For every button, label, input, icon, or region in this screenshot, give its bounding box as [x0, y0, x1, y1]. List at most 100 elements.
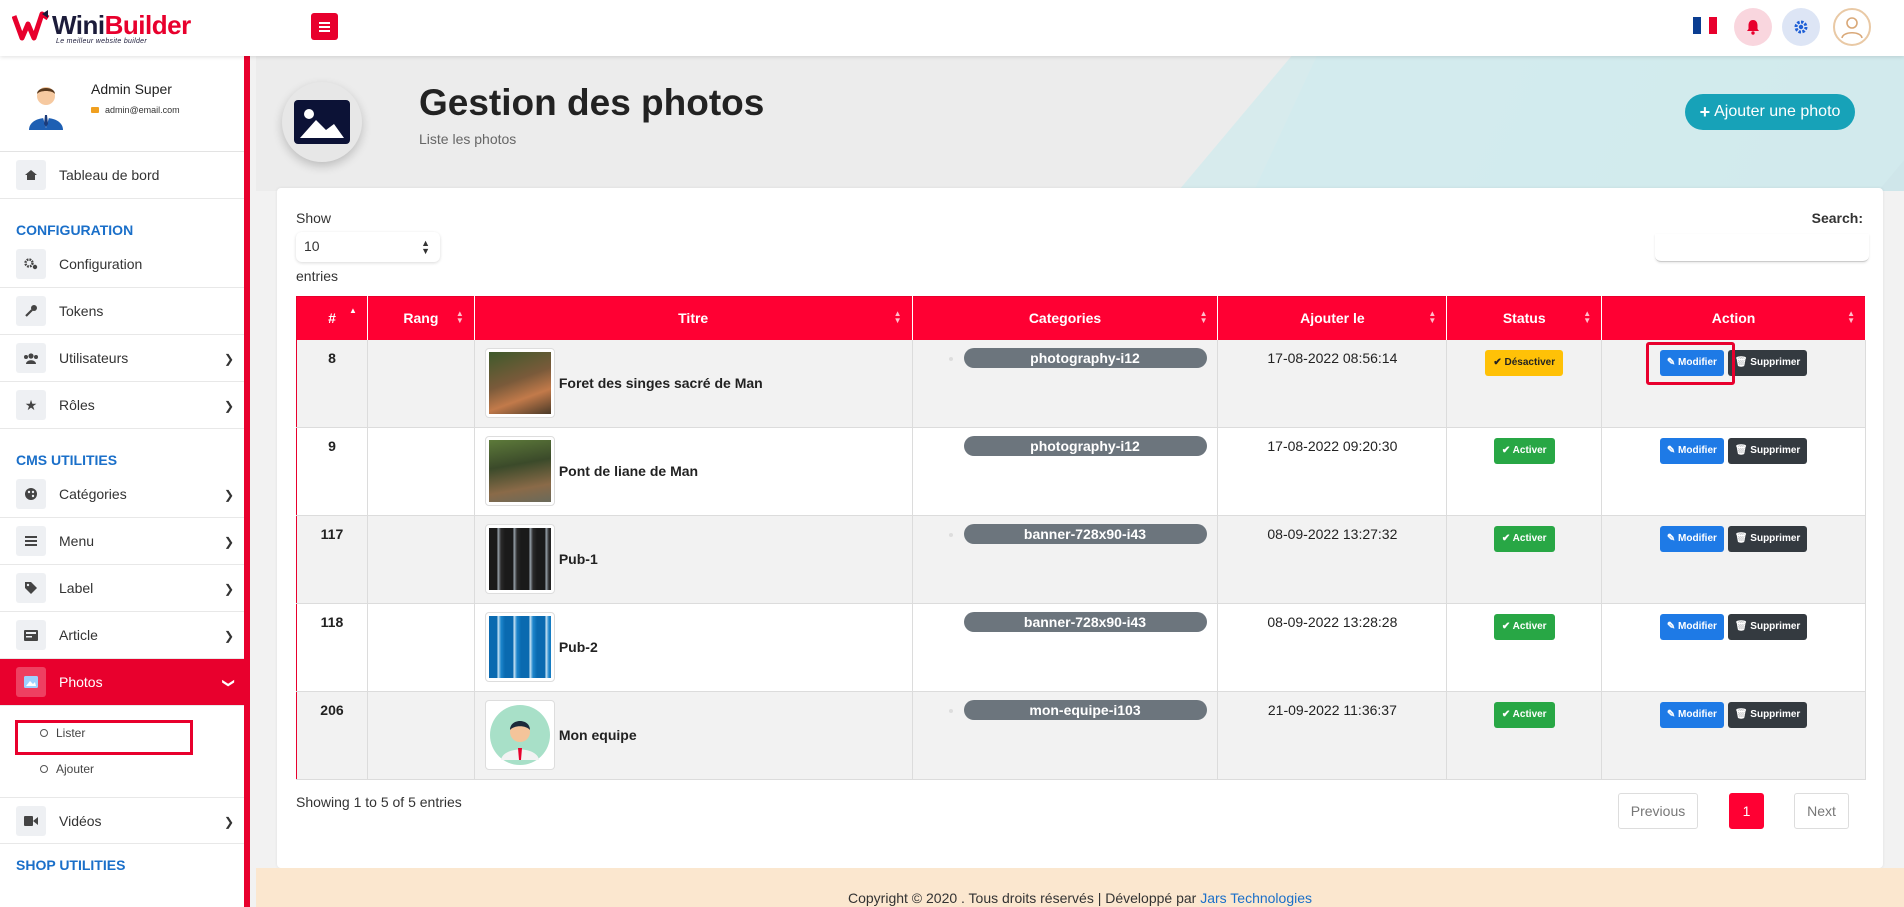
deactivate-button[interactable]: ✔ Désactiver — [1485, 349, 1564, 376]
photo-thumbnail[interactable] — [484, 436, 555, 506]
sidebar-item-menu[interactable]: Menu ❯ — [0, 518, 244, 565]
row-status: ✔ Activer — [1446, 427, 1603, 516]
column-header-date[interactable]: Ajouter le ▲ ▼ — [1217, 296, 1448, 340]
chevron-right-icon: ❯ — [223, 629, 234, 643]
search-input[interactable] — [1655, 234, 1869, 262]
user-menu-button[interactable] — [1833, 8, 1871, 46]
edit-button[interactable]: ✎ Modifier — [1659, 526, 1724, 552]
edit-button[interactable]: ✎ Modifier — [1659, 438, 1724, 464]
logo-mark-icon — [12, 10, 50, 41]
delete-button[interactable]: 🗑 Supprimer — [1727, 438, 1808, 464]
delete-button[interactable]: 🗑 Supprimer — [1727, 526, 1808, 552]
footer-link[interactable]: Jars Technologies — [1200, 890, 1312, 906]
sidebar-item-configuration[interactable]: Configuration — [0, 241, 244, 288]
user-avatar-icon — [1841, 17, 1863, 39]
column-header-id[interactable]: # ▲ — [296, 296, 368, 340]
gear-icon — [1794, 20, 1808, 34]
sort-icon: ▲ ▼ — [455, 309, 464, 325]
page-header: Gestion des photos Liste les photos + Ajo… — [256, 56, 1904, 191]
menu-toggle-button[interactable] — [311, 13, 338, 40]
activate-button[interactable]: ✔ Activer — [1493, 526, 1555, 552]
table-row: 118 Pub-2 banner-728x90-i43 08-09-2022 1… — [296, 603, 1866, 692]
sidebar-item-tokens[interactable]: Tokens — [0, 288, 244, 335]
row-status: ✔ Activer — [1446, 603, 1603, 692]
entries-length-select[interactable]: 10 ▲ ▼ — [296, 232, 440, 262]
chevron-down-icon: ❯ — [221, 677, 236, 689]
edit-button[interactable]: ✎ Modifier — [1659, 702, 1724, 728]
sidebar-item-article[interactable]: Article ❯ — [0, 612, 244, 659]
column-header-status[interactable]: Status ▲ ▼ — [1446, 296, 1603, 340]
pagination-page-1[interactable]: 1 — [1729, 793, 1764, 829]
users-icon — [16, 343, 46, 373]
row-category: banner-728x90-i43 — [912, 515, 1219, 604]
row-actions: ✎ Modifier 🗑 Supprimer — [1601, 691, 1866, 780]
row-date: 08-09-2022 13:27:32 — [1217, 515, 1448, 604]
edit-button[interactable]: ✎ Modifier — [1659, 614, 1724, 640]
logo-wordmark: WiniBuilder — [52, 10, 191, 40]
table-row: 9 Pont de liane de Man photography-i12 1… — [296, 427, 1866, 516]
sidebar-item-roles[interactable]: ★ Rôles ❯ — [0, 382, 244, 429]
row-actions: ✎ Modifier 🗑 Supprimer — [1601, 427, 1866, 516]
page-footer: Copyright © 2020 . Tous droits réservés … — [256, 868, 1904, 907]
circle-icon — [40, 765, 48, 773]
row-date: 17-08-2022 09:20:30 — [1217, 427, 1448, 516]
sort-icon: ▲ ▼ — [1847, 309, 1855, 325]
sidebar-item-label[interactable]: Label ❯ — [0, 565, 244, 612]
pagination-previous[interactable]: Previous — [1618, 793, 1698, 829]
bell-icon — [1747, 20, 1759, 35]
activate-button[interactable]: ✔ Activer — [1493, 702, 1555, 728]
table-row: 206 Mon equipe mon-equipe-i103 21-09-202… — [296, 691, 1866, 780]
photos-card: Show 10 ▲ ▼ entries Search: # ▲ Rang ▲ ▼ Titr… — [277, 188, 1883, 868]
highlight-edit-button — [1646, 342, 1735, 385]
row-id: 118 — [296, 603, 368, 692]
row-title-cell: Pub-2 — [474, 603, 913, 692]
entries-label: entries — [296, 268, 339, 284]
row-title-cell: Foret des singes sacré de Man — [474, 339, 913, 428]
activate-button[interactable]: ✔ Activer — [1493, 614, 1555, 640]
settings-button[interactable] — [1782, 8, 1820, 46]
profile-name: Admin Super — [91, 81, 172, 97]
row-category: mon-equipe-i103 — [912, 691, 1219, 780]
delete-button[interactable]: 🗑 Supprimer — [1727, 614, 1808, 640]
top-bar: WiniBuilder Le meilleur website builder — [0, 0, 1904, 56]
photo-thumbnail[interactable] — [484, 700, 555, 770]
row-rang — [367, 427, 475, 516]
row-status: ✔ Désactiver — [1446, 339, 1603, 428]
notifications-button[interactable] — [1734, 8, 1772, 46]
sidebar-item-categories[interactable]: Catégories ❯ — [0, 471, 244, 518]
winibuilder-logo[interactable]: WiniBuilder Le meilleur website builder — [12, 6, 191, 46]
photo-thumbnail[interactable] — [484, 612, 555, 682]
sidebar-item-photos[interactable]: Photos ❯ — [0, 659, 244, 706]
chevron-right-icon: ❯ — [223, 488, 234, 502]
pagination-next[interactable]: Next — [1794, 793, 1849, 829]
flag-fr-icon[interactable] — [1693, 17, 1717, 34]
column-header-rang[interactable]: Rang ▲ ▼ — [367, 296, 475, 340]
sidebar-item-dashboard[interactable]: Tableau de bord — [0, 152, 244, 199]
delete-button[interactable]: 🗑 Supprimer — [1727, 349, 1808, 376]
key-icon — [16, 296, 46, 326]
row-category: photography-i12 — [912, 339, 1219, 428]
photo-thumbnail[interactable] — [484, 347, 555, 418]
row-date: 17-08-2022 08:56:14 — [1217, 339, 1448, 428]
column-header-action[interactable]: Action ▲ ▼ — [1601, 296, 1866, 340]
column-header-categories[interactable]: Categories ▲ ▼ — [912, 296, 1219, 340]
table-header-row: # ▲ Rang ▲ ▼ Titre ▲ ▼ Categories ▲ ▼ Ajouter l… — [296, 296, 1866, 340]
sidebar-subitem-ajouter[interactable]: Ajouter — [40, 762, 94, 776]
sort-icon: ▲ ▼ — [1428, 309, 1437, 325]
table-row: 117 Pub-1 banner-728x90-i43 08-09-2022 1… — [296, 515, 1866, 604]
row-title-cell: Mon equipe — [474, 691, 913, 780]
sidebar-item-videos[interactable]: Vidéos ❯ — [0, 797, 244, 844]
row-category: banner-728x90-i43 — [912, 603, 1219, 692]
row-actions: ✎ Modifier 🗑 Supprimer — [1601, 603, 1866, 692]
delete-button[interactable]: 🗑 Supprimer — [1727, 702, 1808, 728]
palette-icon — [16, 479, 46, 509]
add-photo-button[interactable]: + Ajouter une photo — [1685, 94, 1855, 130]
tags-icon — [16, 573, 46, 603]
sidebar-item-utilisateurs[interactable]: Utilisateurs ❯ — [0, 335, 244, 382]
chevron-right-icon: ❯ — [223, 352, 234, 366]
sort-icon: ▲ ▼ — [1199, 309, 1208, 325]
activate-button[interactable]: ✔ Activer — [1493, 438, 1555, 464]
bars-icon — [16, 526, 46, 556]
column-header-titre[interactable]: Titre ▲ ▼ — [474, 296, 913, 340]
photo-thumbnail[interactable] — [484, 524, 555, 594]
